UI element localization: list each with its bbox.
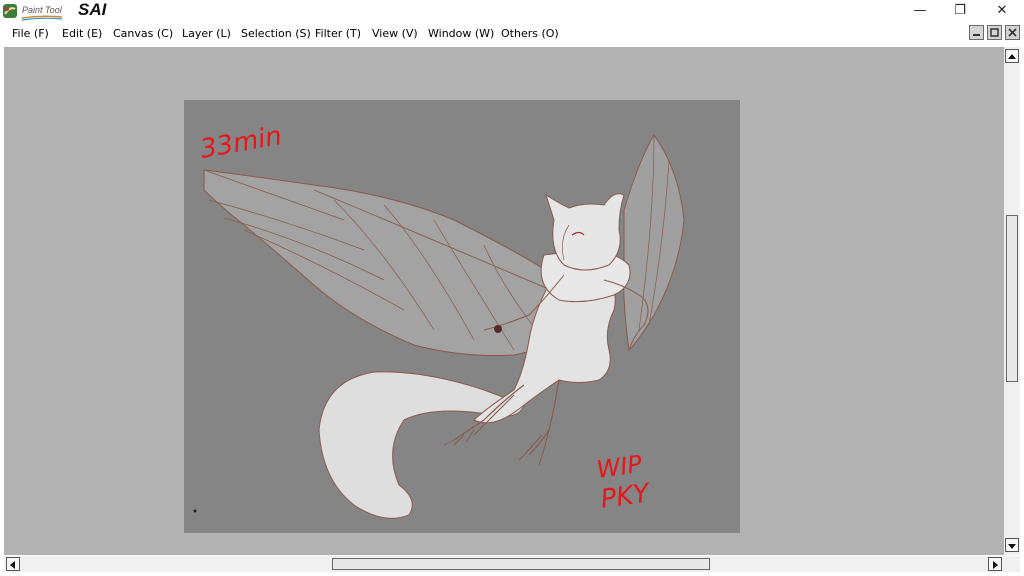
horizontal-scrollbar[interactable] xyxy=(4,556,1004,572)
arrow-right-icon xyxy=(993,561,998,569)
app-logo: Paint Tool SAI xyxy=(2,0,122,21)
scroll-down-button[interactable] xyxy=(1005,538,1019,552)
logo-text-small: Paint Tool xyxy=(22,5,62,15)
restore-window-button[interactable]: ❐ xyxy=(938,0,982,22)
menu-layer[interactable]: Layer (L) xyxy=(182,27,231,40)
scroll-right-button[interactable] xyxy=(988,557,1002,571)
menu-bar: File (F) Edit (E) Canvas (C) Layer (L) S… xyxy=(0,22,1024,45)
drawing-canvas[interactable]: 33min WIP PKY xyxy=(184,100,740,533)
menu-window[interactable]: Window (W) xyxy=(428,27,494,40)
right-wing-drawing xyxy=(623,134,685,352)
sai-logo-icon xyxy=(3,4,17,18)
scrollbar-corner xyxy=(1004,556,1020,572)
minimize-window-button[interactable]: — xyxy=(898,0,942,22)
logo-underline-swoosh xyxy=(22,15,62,21)
mdi-restore-button[interactable] xyxy=(987,25,1002,40)
vertical-scrollbar[interactable] xyxy=(1004,47,1020,555)
wip-annotation: WIP xyxy=(595,450,644,484)
close-icon xyxy=(1008,28,1017,37)
scroll-up-button[interactable] xyxy=(1005,49,1019,63)
close-window-button[interactable]: ✕ xyxy=(980,0,1024,22)
menu-file[interactable]: File (F) xyxy=(12,27,49,40)
tail-drawing xyxy=(318,371,525,519)
signature-annotation: PKY xyxy=(599,478,653,515)
menu-canvas[interactable]: Canvas (C) xyxy=(113,27,173,40)
left-wing-drawing xyxy=(203,169,585,357)
artwork-sketch: 33min WIP PKY xyxy=(193,121,685,519)
horizontal-scroll-thumb[interactable] xyxy=(332,558,710,570)
menu-edit[interactable]: Edit (E) xyxy=(62,27,102,40)
minimize-icon xyxy=(973,34,980,36)
scroll-left-button[interactable] xyxy=(6,557,20,571)
arrow-left-icon xyxy=(10,561,15,569)
time-annotation: 33min xyxy=(198,121,284,165)
menu-selection[interactable]: Selection (S) xyxy=(241,27,311,40)
mdi-minimize-button[interactable] xyxy=(969,25,984,40)
arrow-up-icon xyxy=(1008,54,1016,59)
restore-icon xyxy=(990,28,999,37)
vertical-scroll-thumb[interactable] xyxy=(1006,215,1018,382)
menu-filter[interactable]: Filter (T) xyxy=(315,27,361,40)
arrow-down-icon xyxy=(1008,544,1016,549)
menu-view[interactable]: View (V) xyxy=(372,27,418,40)
logo-text-big: SAI xyxy=(78,0,107,19)
mdi-close-button[interactable] xyxy=(1005,25,1020,40)
title-bar: Paint Tool SAI — ❐ ✕ xyxy=(0,0,1024,22)
canvas-dot xyxy=(193,509,197,513)
menu-others[interactable]: Others (O) xyxy=(501,27,559,40)
